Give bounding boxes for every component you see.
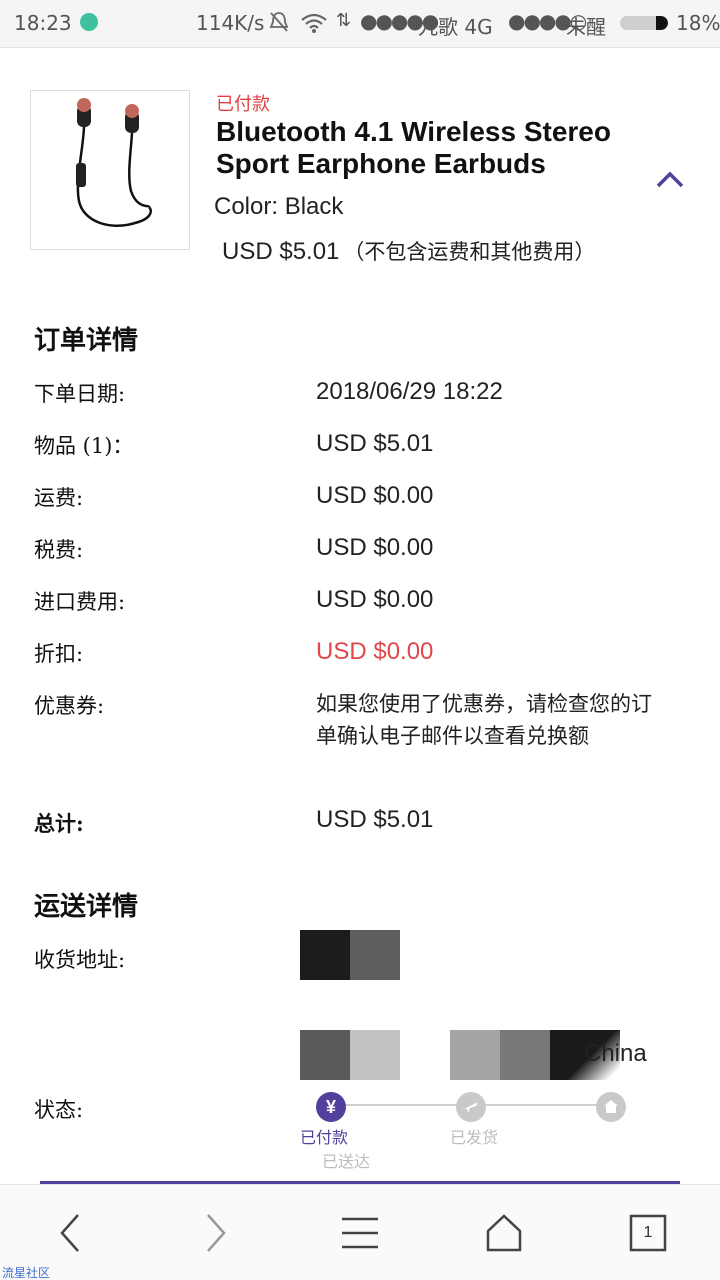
items-value: USD $5.01	[316, 430, 434, 457]
status-bar: 18:23 114K/s ⇅ ●●●●● 九歌 4G ●●●●○ 未醒 18%	[0, 0, 720, 48]
watermark-text: 流星社区	[2, 1266, 51, 1280]
product-price-line: USD $5.01 （不包含运费和其他费用）	[222, 236, 595, 266]
step-paid-label: 已付款	[300, 1128, 349, 1147]
carrier-name: 九歌 4G	[418, 15, 493, 39]
chevron-up-icon[interactable]	[654, 168, 686, 192]
forward-button[interactable]	[186, 1205, 246, 1261]
status-time: 18:23	[14, 11, 72, 35]
home-button[interactable]	[474, 1205, 534, 1261]
step-shipped-label: 已发货	[450, 1128, 499, 1147]
product-color: Color: Black	[214, 193, 344, 220]
tax-value: USD $0.00	[316, 534, 434, 561]
bottom-nav: 1	[0, 1184, 720, 1280]
address-redacted-block	[300, 1030, 350, 1080]
back-button[interactable]	[40, 1205, 100, 1261]
shipping-details-title: 运送详情	[34, 892, 139, 922]
total-label: 总计:	[34, 811, 84, 836]
discount-value: USD $0.00	[316, 638, 434, 665]
address-redacted-block	[350, 930, 400, 980]
address-redacted-block	[500, 1030, 550, 1080]
wifi-icon	[301, 13, 327, 33]
network-speed: 114K/s	[196, 11, 265, 35]
app-notification-icon	[80, 13, 98, 31]
coupon-label: 优惠券:	[34, 694, 105, 718]
sleep-mode-label: 未醒	[566, 15, 606, 39]
tax-label: 税费:	[34, 538, 84, 562]
plane-icon	[456, 1092, 486, 1122]
status-label: 状态:	[34, 1098, 84, 1122]
step-delivered-label: 已送达	[322, 1152, 371, 1171]
items-label: 物品 (1)：	[34, 434, 134, 458]
battery-percent: 18%	[676, 11, 720, 35]
bell-muted-icon	[269, 12, 289, 32]
chevron-right-icon	[207, 1214, 226, 1252]
product-price: USD $5.01	[222, 238, 340, 265]
address-country: China	[584, 1040, 647, 1067]
price-note: （不包含运费和其他费用）	[343, 240, 596, 264]
product-title[interactable]: Bluetooth 4.1 Wireless Stereo Sport Earp…	[216, 116, 636, 180]
tabs-count: 1	[643, 1224, 653, 1241]
discount-label: 折扣:	[34, 642, 84, 666]
address-redacted-block	[300, 930, 350, 980]
battery-icon	[620, 16, 668, 30]
order-date-value: 2018/06/29 18:22	[316, 378, 503, 405]
address-redacted-block	[450, 1030, 500, 1080]
menu-icon	[342, 1217, 378, 1249]
home-icon	[486, 1214, 522, 1252]
total-value: USD $5.01	[316, 806, 434, 833]
earbuds-image	[76, 98, 152, 228]
address-label: 收货地址:	[34, 948, 126, 972]
data-activity-icon: ⇅	[336, 10, 352, 31]
address-redacted-block	[350, 1030, 400, 1080]
import-fee-value: USD $0.00	[316, 586, 434, 613]
coupon-note: 如果您使用了优惠券，请检查您的订单确认电子邮件以查看兑换额	[316, 692, 652, 748]
product-thumbnail[interactable]	[30, 90, 190, 250]
order-date-label: 下单日期:	[34, 382, 126, 406]
import-fee-label: 进口费用:	[34, 590, 126, 614]
chevron-left-icon	[60, 1214, 79, 1252]
tabs-button[interactable]: 1	[618, 1205, 678, 1261]
shipping-fee-label: 运费:	[34, 486, 84, 510]
home-icon	[596, 1092, 626, 1122]
menu-button[interactable]	[330, 1205, 390, 1261]
order-status-label: 已付款	[216, 94, 270, 114]
yen-icon: ¥	[316, 1092, 346, 1122]
shipping-fee-value: USD $0.00	[316, 482, 434, 509]
order-details-title: 订单详情	[34, 326, 139, 356]
